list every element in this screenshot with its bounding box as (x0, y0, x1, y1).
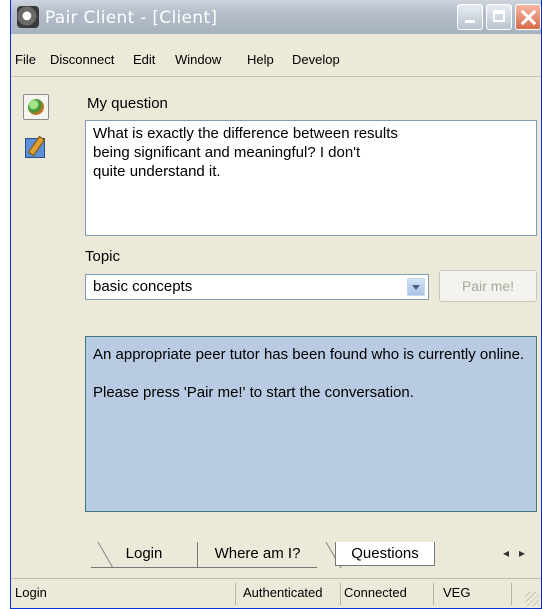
status-separator (235, 583, 236, 605)
tab-questions[interactable]: Questions (335, 542, 435, 566)
menu-bar: File Disconnect Edit Window Help Develop (11, 50, 541, 72)
menu-edit[interactable]: Edit (133, 52, 155, 67)
app-icon (17, 6, 39, 28)
minimize-button[interactable] (457, 4, 483, 30)
globe-icon (28, 99, 44, 115)
status-separator (340, 583, 341, 605)
topic-label: Topic (85, 248, 121, 265)
tab-bar: Login Where am I? Questions ◂ ▸ (81, 542, 541, 570)
pair-client-window: Pair Client - [Client] File Disconnect E… (10, 0, 542, 609)
question-label: My question (87, 95, 168, 112)
chevron-down-icon[interactable] (407, 278, 425, 296)
maximize-button[interactable] (486, 4, 512, 30)
status-separator (433, 583, 434, 605)
tab-prev-icon[interactable]: ◂ (503, 546, 509, 560)
status-message-instruction: Please press 'Pair me!' to start the con… (93, 384, 414, 401)
menu-divider (11, 76, 541, 77)
status-bar: Login Authenticated Connected VEG (11, 578, 541, 609)
menu-window[interactable]: Window (175, 52, 221, 67)
window-title: Pair Client - [Client] (45, 8, 218, 28)
edit-tool-button[interactable] (23, 134, 49, 160)
title-bar[interactable]: Pair Client - [Client] (11, 0, 541, 34)
status-connected: Connected (344, 585, 407, 600)
topic-selected-value: basic concepts (93, 278, 193, 295)
status-message-panel: An appropriate peer tutor has been found… (85, 336, 537, 512)
question-textarea[interactable]: What is exactly the difference between r… (85, 120, 537, 236)
status-authenticated: Authenticated (243, 585, 323, 600)
close-button[interactable] (515, 4, 541, 30)
menu-disconnect[interactable]: Disconnect (50, 52, 114, 67)
status-mode: VEG (443, 585, 471, 600)
resize-grip-icon[interactable] (525, 592, 539, 606)
topic-select[interactable]: basic concepts (85, 274, 429, 300)
tool-strip (19, 86, 61, 582)
pair-me-button[interactable]: Pair me! (439, 270, 537, 302)
tab-login[interactable]: Login (91, 542, 197, 568)
status-separator (511, 583, 512, 605)
status-message-line: An appropriate peer tutor has been found… (93, 346, 525, 363)
menu-develop[interactable]: Develop (292, 52, 340, 67)
status-login: Login (15, 585, 47, 600)
globe-tool-button[interactable] (23, 94, 49, 120)
menu-help[interactable]: Help (247, 52, 274, 67)
tab-where-am-i[interactable]: Where am I? (197, 542, 317, 568)
tab-next-icon[interactable]: ▸ (519, 546, 525, 560)
menu-file[interactable]: File (15, 52, 36, 67)
